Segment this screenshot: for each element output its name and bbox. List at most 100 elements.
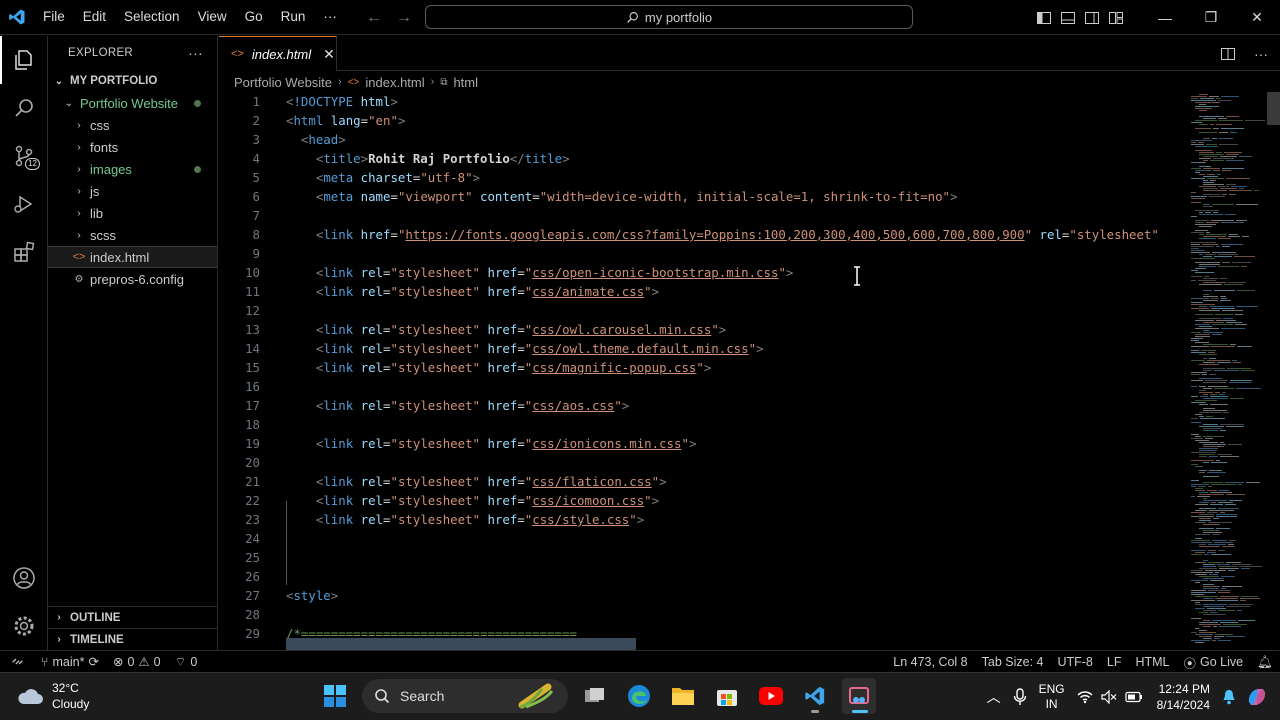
copilot-button[interactable] [1240,673,1280,720]
problems-status[interactable]: ⊗ 0 ⚠ 0 [106,654,168,670]
minimap-code-mark [1199,386,1206,387]
vscode-taskbar-button[interactable] [798,678,832,714]
restore-button[interactable]: ❐ [1188,0,1234,35]
minimap-code-mark [1232,262,1251,263]
code-link[interactable]: https://fonts.googleapis.com/css?family=… [405,227,1024,242]
tree-file-index-html[interactable]: <> index.html [48,246,217,268]
microsoft-store-button[interactable] [710,678,744,714]
notifications-bell-icon[interactable]: 🔔︎ [1250,655,1280,670]
tree-folder-fonts[interactable]: › fonts [48,136,217,158]
code-link[interactable]: css/owl.theme.default.min.css [532,341,748,356]
notifications-bell-icon[interactable] [1218,673,1240,720]
remote-indicator-icon[interactable] [0,651,34,673]
end-of-line[interactable]: LF [1100,655,1129,669]
minimap[interactable] [1187,92,1280,650]
show-hidden-icons-button[interactable]: ︿ [981,673,1007,720]
explorer-icon[interactable] [0,36,48,84]
minimap-code-mark [1204,276,1209,277]
code-link[interactable]: css/open-iconic-bootstrap.min.css [532,265,778,280]
cursor-position[interactable]: Ln 473, Col 8 [886,655,974,669]
minimap-code-mark [1216,516,1237,517]
menu-file[interactable]: File [34,5,74,29]
edge-browser-button[interactable] [622,678,656,714]
code-link[interactable]: css/style.css [532,512,629,527]
code-link[interactable]: css/aos.css [532,398,614,413]
toggle-primary-sidebar-icon[interactable] [1036,10,1052,26]
menu-edit[interactable]: Edit [74,5,115,29]
code-link[interactable]: css/icomoon.css [532,493,644,508]
code-link[interactable]: css/flaticon.css [532,474,651,489]
minimap-code-mark [1207,360,1230,361]
code-token: link [323,436,354,451]
start-button[interactable] [318,678,352,714]
timeline-section[interactable]: › TIMELINE [48,628,218,650]
tree-folder-scss[interactable]: › scss [48,224,217,246]
input-language[interactable]: ENG IN [1033,673,1071,720]
system-clock[interactable]: 12:24 PM 8/14/2024 [1149,681,1218,713]
quick-settings[interactable] [1071,673,1149,720]
more-actions-icon[interactable]: ··· [1254,46,1268,62]
breadcrumb-folder[interactable]: Portfolio Website [234,75,332,90]
split-editor-icon[interactable] [1220,46,1236,62]
ports-status[interactable]: ⌔ 0 [168,654,205,670]
extensions-icon[interactable] [0,228,48,276]
weather-widget[interactable]: 32°C Cloudy [16,680,89,712]
close-window-button[interactable]: ✕ [1234,0,1280,35]
run-debug-icon[interactable] [0,180,48,228]
menu-selection[interactable]: Selection [115,5,189,29]
code-link[interactable]: css/ionicons.min.css [532,436,681,451]
taskbar-search[interactable]: Search [362,679,568,713]
source-control-icon[interactable]: 12 [0,132,48,180]
go-live-button[interactable]: ⦿ Go Live [1177,653,1251,672]
explorer-more-button[interactable]: ··· [188,45,203,61]
code-link[interactable]: css/magnific-popup.css [532,360,696,375]
tree-folder-js[interactable]: › js [48,180,217,202]
language-mode[interactable]: HTML [1128,655,1176,669]
breadcrumb-symbol[interactable]: html [453,75,478,90]
minimap-code-mark [1195,414,1202,415]
tree-folder-root[interactable]: ⌄ Portfolio Website [48,92,217,114]
toggle-panel-icon[interactable] [1060,10,1076,26]
minimap-slider[interactable] [1267,92,1280,125]
tree-folder-lib[interactable]: › lib [48,202,217,224]
minimap-code-mark [1220,300,1231,301]
breadcrumb-file[interactable]: index.html [365,75,424,90]
menu-run[interactable]: Run [272,5,315,29]
microphone-icon[interactable] [1007,673,1033,720]
task-view-button[interactable] [578,678,612,714]
branch-status[interactable]: ⑂ main* ⟳ [34,654,106,670]
encoding[interactable]: UTF-8 [1050,655,1099,669]
tab-size[interactable]: Tab Size: 4 [975,655,1051,669]
tree-folder-images[interactable]: › images [48,158,217,180]
settings-gear-icon[interactable] [0,602,48,650]
file-explorer-button[interactable] [666,678,700,714]
youtube-button[interactable] [754,678,788,714]
minimap-code-mark [1199,502,1209,503]
account-icon[interactable] [0,554,48,602]
back-arrow-icon[interactable]: ← [366,9,382,27]
source-control-badge: 12 [25,158,40,170]
forward-arrow-icon[interactable]: → [396,9,412,27]
line-number: 21 [245,474,260,489]
customize-layout-icon[interactable] [1108,10,1124,26]
workspace-folder[interactable]: ⌄ MY PORTFOLIO [48,70,217,92]
snipping-tool-button[interactable] [842,678,876,714]
code-link[interactable]: css/owl.carousel.min.css [532,322,711,337]
outline-section[interactable]: › OUTLINE [48,606,218,628]
command-center[interactable]: my portfolio [425,5,913,29]
menu-go[interactable]: Go [236,5,272,29]
volume-muted-icon [1101,690,1117,704]
tab-index-html[interactable]: <> index.html ✕ [219,36,337,71]
close-icon[interactable]: ✕ [323,46,335,63]
toggle-secondary-sidebar-icon[interactable] [1084,10,1100,26]
menu-view[interactable]: View [189,5,236,29]
code-editor[interactable]: 1 <!DOCTYPE html> 2 <html lang="en"> 3 <he… [219,92,1187,650]
minimize-button[interactable]: — [1142,0,1188,35]
minimap-code-mark [1199,264,1220,265]
tree-file-prepros-config[interactable]: ⚙ prepros-6.config [48,268,217,290]
code-link[interactable]: css/animate.css [532,284,644,299]
search-icon[interactable] [0,84,48,132]
tree-folder-css[interactable]: › css [48,114,217,136]
broadcast-icon: ⌔ [174,654,187,669]
menu-more[interactable]: ··· [314,5,346,29]
